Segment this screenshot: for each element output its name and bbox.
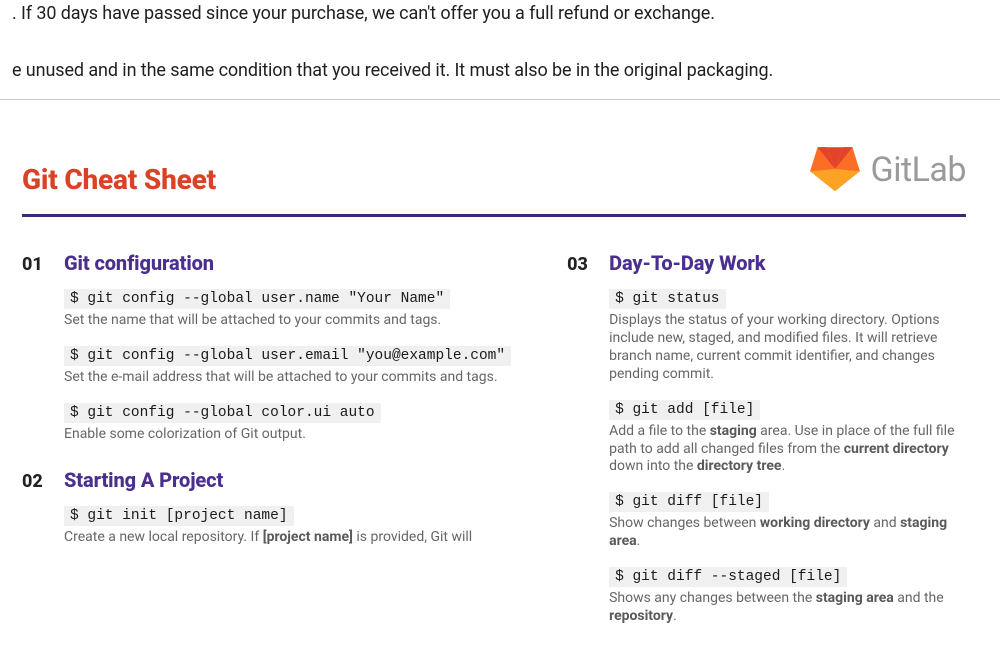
command-code: $ git add [file] — [609, 400, 760, 420]
cheat-sheet-columns: 01 Git configuration $ git config --global… — [22, 217, 966, 646]
command-description: Show changes between working directory a… — [609, 515, 966, 551]
command-item: $ git status Displays the status of your … — [609, 287, 966, 384]
command-description: Enable some colorization of Git output. — [64, 426, 511, 444]
command-code: $ git config --global user.name "Your Na… — [64, 289, 450, 309]
command-description: Add a file to the staging area. Use in p… — [609, 423, 966, 477]
gitlab-brand: GitLab — [809, 144, 966, 196]
horizontal-divider — [0, 99, 1000, 100]
command-code: $ git config --global user.email "you@ex… — [64, 346, 511, 366]
left-column: 01 Git configuration $ git config --global… — [22, 251, 511, 646]
section-number: 02 — [22, 471, 48, 492]
section-number: 03 — [567, 254, 593, 275]
command-description: Shows any changes between the staging ar… — [609, 590, 966, 626]
command-description: Displays the status of your working dire… — [609, 312, 966, 384]
command-description: Set the e-mail address that will be atta… — [64, 369, 511, 387]
refund-policy-excerpt: . If 30 days have passed since your purc… — [0, 3, 1000, 81]
command-description: Create a new local repository. If [proje… — [64, 529, 511, 547]
section-header: 02 Starting A Project — [22, 468, 511, 492]
command-code: $ git init [project name] — [64, 506, 294, 526]
command-item: $ git diff --staged [file] Shows any chan… — [609, 565, 966, 626]
command-item: $ git add [file] Add a file to the stagin… — [609, 398, 966, 477]
section-title: Day-To-Day Work — [609, 251, 765, 275]
command-item: $ git config --global color.ui auto Enabl… — [64, 401, 511, 444]
command-item: $ git config --global user.name "Your Na… — [64, 287, 511, 330]
command-code: $ git diff [file] — [609, 492, 769, 512]
command-item: $ git config --global user.email "you@ex… — [64, 344, 511, 387]
cheat-sheet-header: Git Cheat Sheet — [22, 134, 966, 217]
refund-line-2: e unused and in the same condition that … — [12, 60, 988, 81]
section-header: 01 Git configuration — [22, 251, 511, 275]
command-item: $ git init [project name] Create a new lo… — [64, 504, 511, 547]
section: 01 Git configuration $ git config --global… — [22, 251, 511, 444]
section: 02 Starting A Project $ git init [project … — [22, 468, 511, 547]
right-column: 03 Day-To-Day Work $ git status Displays th… — [567, 251, 966, 646]
command-code: $ git status — [609, 289, 725, 309]
refund-line-1: . If 30 days have passed since your purc… — [12, 3, 988, 24]
section-title: Starting A Project — [64, 468, 223, 492]
cheat-sheet-title: Git Cheat Sheet — [22, 163, 216, 196]
command-description: Set the name that will be attached to yo… — [64, 312, 511, 330]
gitlab-logo-icon — [809, 144, 861, 196]
command-code: $ git diff --staged [file] — [609, 567, 847, 587]
command-item: $ git diff [file] Show changes between wo… — [609, 490, 966, 551]
gitlab-brand-text: GitLab — [871, 150, 966, 190]
section-title: Git configuration — [64, 251, 214, 275]
section-header: 03 Day-To-Day Work — [567, 251, 966, 275]
section-number: 01 — [22, 254, 48, 275]
command-code: $ git config --global color.ui auto — [64, 403, 381, 423]
section: 03 Day-To-Day Work $ git status Displays th… — [567, 251, 966, 626]
cheat-sheet-document: Git Cheat Sheet — [0, 110, 1000, 646]
